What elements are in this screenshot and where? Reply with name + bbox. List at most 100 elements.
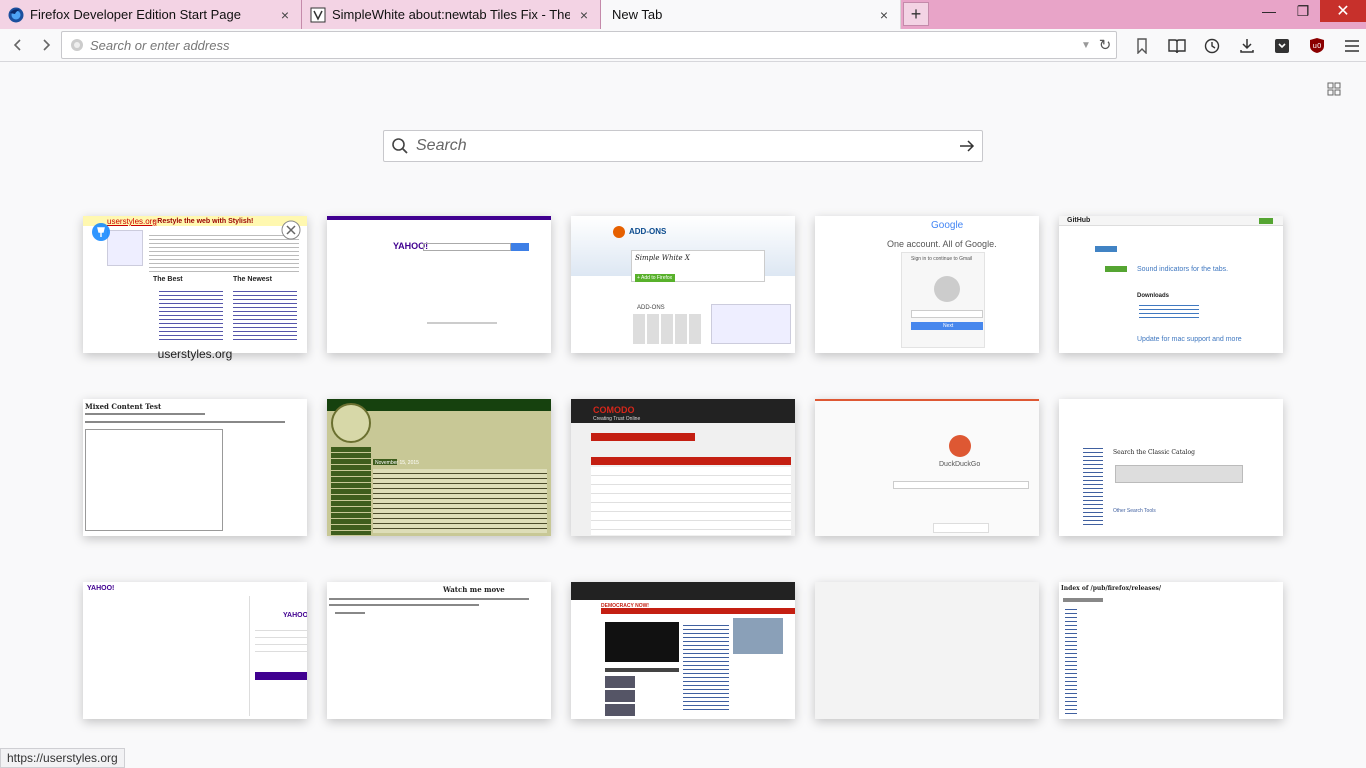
- top-site-tile[interactable]: GitHub Sound indicators for the tabs. Do…: [1059, 216, 1283, 353]
- thumb-sidebar: [107, 230, 143, 266]
- thumb-tag: [1105, 266, 1127, 272]
- thumb-text: Google: [931, 220, 964, 231]
- search-icon: [384, 131, 416, 161]
- back-button[interactable]: [4, 31, 32, 59]
- thumb-nav: [591, 433, 695, 441]
- thumb-text: ADD-ONS: [637, 305, 665, 311]
- thumb-text: Watch me move: [443, 585, 505, 594]
- reading-list-button[interactable]: [1159, 31, 1194, 61]
- restore-button[interactable]: ❐: [1286, 0, 1320, 22]
- top-site-tile[interactable]: Mixed Content Test: [83, 399, 307, 536]
- bookmark-star-button[interactable]: [1124, 31, 1159, 61]
- thumb-text: userstyles.org: [107, 217, 157, 226]
- top-site-tile[interactable]: COMODO Creating Trust Online: [571, 399, 795, 536]
- thumb-text: ADD-ONS: [629, 227, 667, 236]
- thumb-logo: [613, 226, 625, 238]
- new-tab-page: userstyles.org - Restyle the web with St…: [0, 62, 1366, 768]
- dropdown-arrow-icon[interactable]: ▼: [1078, 40, 1094, 51]
- tab-title: New Tab: [612, 7, 663, 22]
- thumb-search-button: [511, 243, 529, 251]
- thumb-text: COMODO: [593, 405, 635, 415]
- top-site-tile[interactable]: November 15, 2015: [327, 399, 551, 536]
- history-button[interactable]: [1194, 31, 1229, 61]
- top-site-tile[interactable]: userstyles.org - Restyle the web with St…: [83, 216, 307, 353]
- thumb-search-field: [893, 481, 1029, 489]
- thumb-text: YAHOO!: [283, 612, 307, 619]
- thumb-header: [571, 582, 795, 600]
- new-tab-button[interactable]: +: [903, 2, 929, 26]
- globe-icon: [71, 39, 83, 51]
- thumb-text: Next: [943, 323, 954, 329]
- thumb-text: + Add to Firefox: [637, 275, 673, 281]
- top-site-tile[interactable]: Index of /pub/firefox/releases/: [1059, 582, 1283, 719]
- thumb-text: YAHOO!: [87, 585, 115, 592]
- thumb-lines: [1065, 606, 1077, 716]
- thumb-text: Update for mac support and more: [1137, 336, 1242, 343]
- minimize-button[interactable]: —: [1252, 0, 1286, 22]
- thumb-search-field: [423, 243, 511, 251]
- thumb-text: DuckDuckGo: [939, 461, 981, 468]
- thumb-line: [329, 598, 529, 600]
- tab-new-tab[interactable]: New Tab ×: [601, 0, 901, 29]
- search-bar[interactable]: [383, 130, 983, 162]
- forward-button[interactable]: [32, 31, 60, 59]
- thumb-text: Index of /pub/firefox/releases/: [1061, 585, 1162, 592]
- thumb-sidebar: [331, 447, 371, 535]
- top-site-tile[interactable]: YAHOO! YAHOO!: [83, 582, 307, 719]
- address-input[interactable]: [90, 37, 1078, 53]
- pin-icon[interactable]: [91, 222, 111, 242]
- close-icon[interactable]: [281, 220, 301, 240]
- duckduckgo-logo-icon: [949, 435, 971, 457]
- thumb-screens: [711, 304, 791, 344]
- close-icon[interactable]: ×: [277, 7, 293, 23]
- thumb-screens: [633, 314, 703, 344]
- top-site-tile[interactable]: Search the Classic Catalog Other Search …: [1059, 399, 1283, 536]
- arrow-right-icon: [960, 140, 975, 152]
- top-site-tile[interactable]: [815, 582, 1039, 719]
- thumb-text: Mixed Content Test: [85, 402, 162, 411]
- bookmark-icon: [1136, 37, 1147, 54]
- thumb-field: [911, 310, 983, 318]
- thumb-lines: [1139, 302, 1199, 318]
- thumb-sidebar: [1083, 445, 1103, 525]
- top-site-tile[interactable]: DuckDuckGo: [815, 399, 1039, 536]
- address-bar[interactable]: ▼ ↻: [61, 31, 1117, 59]
- close-icon[interactable]: ×: [576, 7, 592, 23]
- grid-icon[interactable]: [1324, 79, 1344, 99]
- tab-firefox-dev-start[interactable]: Firefox Developer Edition Start Page ×: [0, 0, 302, 29]
- top-site-tile[interactable]: Google One account. All of Google. Sign …: [815, 216, 1039, 353]
- thumb-text: The Newest: [233, 276, 272, 283]
- top-site-tile[interactable]: DEMOCRACY NOW!: [571, 582, 795, 719]
- reload-icon[interactable]: ↻: [1094, 36, 1116, 54]
- close-icon[interactable]: ×: [876, 7, 892, 23]
- thumb-line: [335, 612, 365, 614]
- thumb-header: [327, 216, 551, 220]
- firefox-dev-icon: [8, 7, 24, 22]
- menu-button[interactable]: [1334, 31, 1366, 61]
- thumb-fields: [255, 624, 307, 654]
- search-input[interactable]: [416, 137, 952, 155]
- thumb-line: [85, 413, 205, 415]
- thumb-text: Other Search Tools: [1113, 508, 1156, 514]
- thumb-bar: [605, 668, 679, 672]
- book-icon: [1167, 38, 1186, 53]
- downloads-button[interactable]: [1229, 31, 1264, 61]
- ublock-button[interactable]: u0: [1299, 31, 1334, 61]
- search-go-button[interactable]: [952, 131, 982, 161]
- arrow-left-icon: [13, 39, 21, 51]
- top-site-tile[interactable]: YAHOO!: [327, 216, 551, 353]
- close-window-button[interactable]: ✕: [1320, 0, 1366, 22]
- thumb-text: Simple White X: [635, 254, 690, 262]
- thumb-lines: [149, 232, 299, 272]
- top-site-tile[interactable]: ADD-ONS Simple White X + Add to Firefox …: [571, 216, 795, 353]
- thumb-tag: [1095, 246, 1117, 252]
- status-bar: https://userstyles.org: [0, 748, 125, 768]
- thumb-bar: [591, 457, 791, 465]
- thumb-text: Sign in to continue to Gmail: [911, 256, 973, 262]
- thumb-text: - Restyle the web with Stylish!: [153, 218, 254, 225]
- tab-strip: Firefox Developer Edition Start Page × S…: [0, 0, 1366, 29]
- top-site-tile[interactable]: Watch me move: [327, 582, 551, 719]
- tab-simplewhite[interactable]: SimpleWhite about:newtab Tiles Fix - The…: [302, 0, 601, 29]
- tile-label: userstyles.org: [157, 347, 233, 361]
- pocket-button[interactable]: [1264, 31, 1299, 61]
